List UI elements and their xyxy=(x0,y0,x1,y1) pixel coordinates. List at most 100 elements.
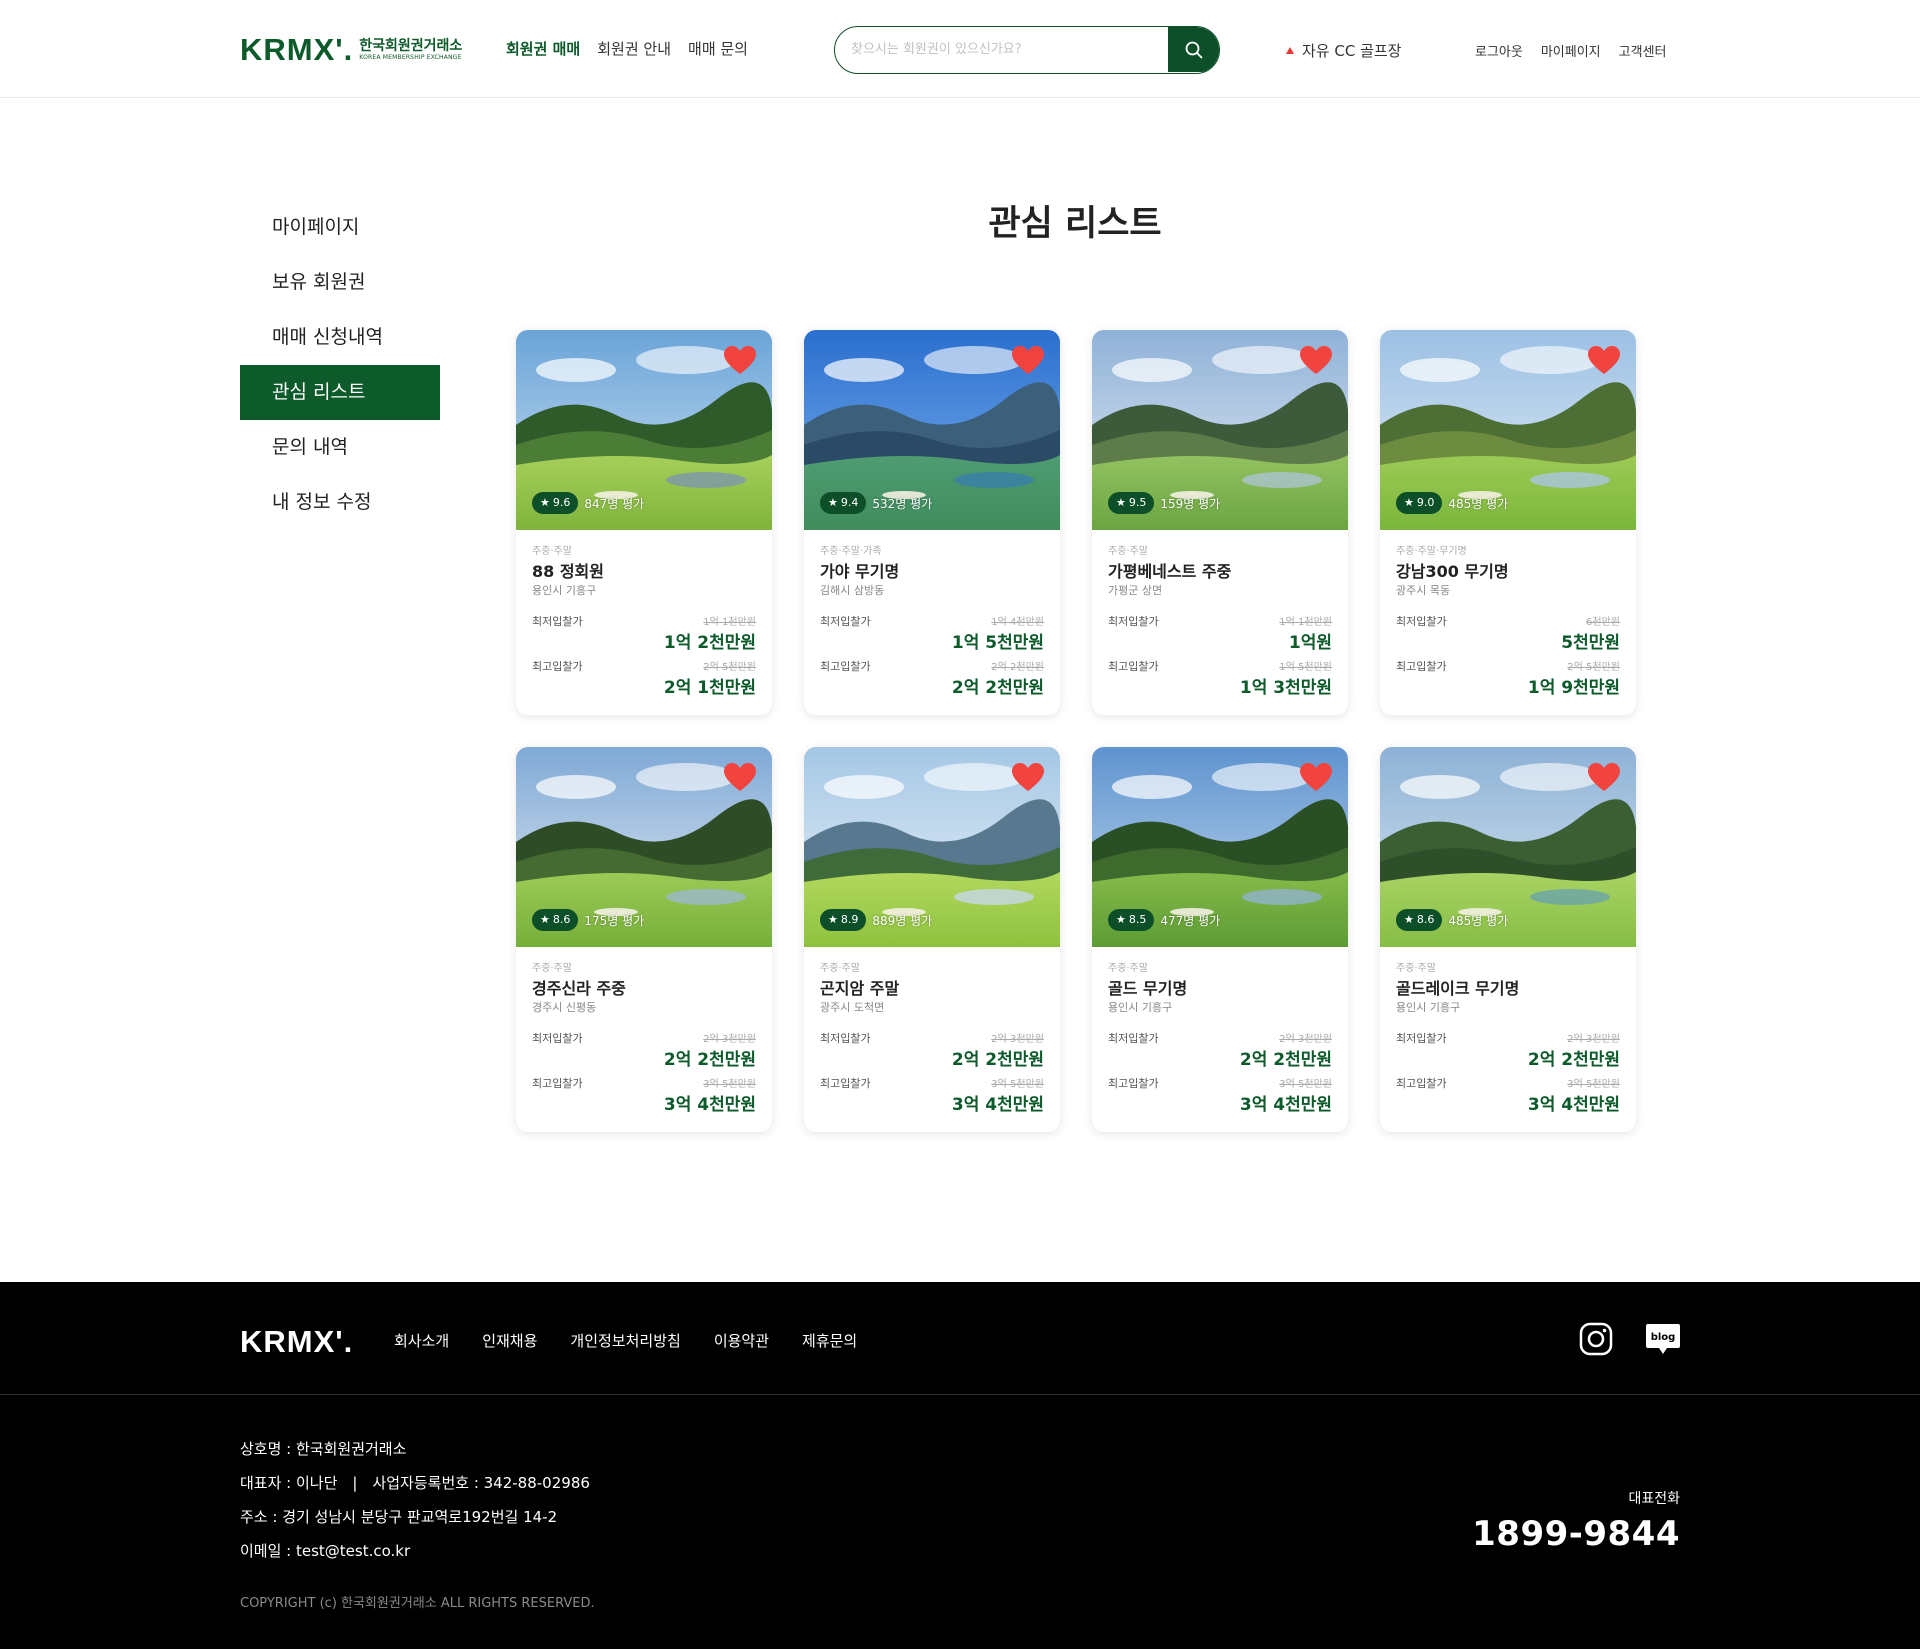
favorite-heart-icon[interactable] xyxy=(1588,763,1620,793)
min-bid-label: 최저입찰가 xyxy=(1396,1032,1447,1045)
site-header: KRMX'. 한국회원권거래소 KOREA MEMBERSHIP EXCHANG… xyxy=(0,0,1920,98)
rating-badge: ★ 8.6 485명 평가 xyxy=(1396,909,1508,931)
favorite-heart-icon[interactable] xyxy=(1300,763,1332,793)
favorite-heart-icon[interactable] xyxy=(1300,346,1332,376)
favorite-heart-icon[interactable] xyxy=(724,346,756,376)
min-bid-old-price: 2억 3천만원 xyxy=(991,1034,1044,1045)
nav-membership-guide[interactable]: 회원권 안내 xyxy=(597,38,671,59)
card-info: 주중·주말 골드 무기명 용인시 기흥구 최저입찰가 2억 3천만원 2억 2천만원 최고입… xyxy=(1108,962,1332,1120)
membership-category: 주중·주말 xyxy=(820,963,860,974)
course-name: 가평베네스트 주중 xyxy=(1108,562,1232,581)
footer-link-privacy[interactable]: 개인정보처리방침 xyxy=(570,1330,680,1351)
search-button[interactable] xyxy=(1168,27,1219,72)
course-photo: ★ 9.0 485명 평가 xyxy=(1380,330,1636,530)
trend-up-icon xyxy=(1286,47,1294,54)
rating-score: 8.5 xyxy=(1128,913,1147,926)
max-bid-old-price: 3억 5천만원 xyxy=(1567,1079,1620,1090)
instagram-icon[interactable] xyxy=(1578,1321,1614,1357)
membership-category: 주중·주말 xyxy=(532,963,572,974)
max-bid-label: 최고입찰가 xyxy=(1108,660,1159,673)
watchlist-card[interactable]: ★ 8.6 485명 평가 주중·주말 골드레이크 무기명 용인시 기흥구 최저입찰가 2억 … xyxy=(1380,747,1636,1132)
footer-link-terms[interactable]: 이용약관 xyxy=(714,1330,769,1351)
watchlist-card[interactable]: ★ 9.4 532명 평가 주중·주말·가족 가야 무기명 김해시 삼방동 최저입찰가 1억 … xyxy=(804,330,1060,715)
max-bid-label: 최고입찰가 xyxy=(532,660,583,673)
min-bid-price: 2억 2천만원 xyxy=(663,1050,756,1070)
max-bid-price: 3억 4천만원 xyxy=(663,1095,756,1115)
max-bid-old-price: 2억 5천만원 xyxy=(1567,662,1620,673)
course-name: 88 정회원 xyxy=(532,562,604,581)
max-bid-price: 3억 4천만원 xyxy=(1239,1095,1332,1115)
max-bid-price: 1억 9천만원 xyxy=(1527,678,1620,698)
sidebar-item-inquiries[interactable]: 문의 내역 xyxy=(240,420,440,475)
footer-link-partnership[interactable]: 제휴문의 xyxy=(802,1330,857,1351)
site-logo[interactable]: KRMX'. 한국회원권거래소 KOREA MEMBERSHIP EXCHANG… xyxy=(240,34,462,65)
rating-badge: ★ 9.0 485명 평가 xyxy=(1396,492,1508,514)
sidebar-item-trade-requests[interactable]: 매매 신청내역 xyxy=(240,310,440,365)
star-icon: ★ xyxy=(540,496,550,509)
max-bid-row: 최고입찰가 2억 5천만원 1억 9천만원 xyxy=(1396,658,1620,703)
phone-number[interactable]: 1899-9844 xyxy=(1472,1514,1680,1554)
svg-text:blog: blog xyxy=(1651,1332,1676,1343)
sidebar-item-edit-profile[interactable]: 내 정보 수정 xyxy=(240,475,440,530)
footer-logo[interactable]: KRMX'. xyxy=(240,1324,353,1360)
rating-score: 9.6 xyxy=(552,496,571,509)
min-bid-row: 최저입찰가 2억 3천만원 2억 2천만원 xyxy=(1108,1030,1332,1075)
review-count: 485명 평가 xyxy=(1448,913,1509,928)
min-bid-old-price: 2억 3천만원 xyxy=(1567,1034,1620,1045)
watchlist-card[interactable]: ★ 9.5 159명 평가 주중·주말 가평베네스트 주중 가평군 상면 최저입찰가 1억 1… xyxy=(1092,330,1348,715)
min-bid-row: 최저입찰가 1억 1천만원 1억 2천만원 xyxy=(532,613,756,658)
rating-badge: ★ 8.6 175명 평가 xyxy=(532,909,644,931)
footer-link-about[interactable]: 회사소개 xyxy=(394,1330,449,1351)
max-bid-label: 최고입찰가 xyxy=(820,660,871,673)
logo-english-name: KOREA MEMBERSHIP EXCHANGE xyxy=(359,53,462,61)
course-photo: ★ 9.4 532명 평가 xyxy=(804,330,1060,530)
logout-link[interactable]: 로그아웃 xyxy=(1475,41,1523,60)
customer-center-link[interactable]: 고객센터 xyxy=(1619,41,1667,60)
sidebar-item-owned-memberships[interactable]: 보유 회원권 xyxy=(240,255,440,310)
rating-badge: ★ 9.6 847명 평가 xyxy=(532,492,644,514)
star-icon: ★ xyxy=(540,913,550,926)
rating-score: 8.6 xyxy=(1416,913,1435,926)
mypage-link[interactable]: 마이페이지 xyxy=(1541,41,1601,60)
min-bid-old-price: 1억 4천만원 xyxy=(991,617,1044,628)
market-ticker[interactable]: 자유 CC 골프장 xyxy=(1286,40,1401,61)
min-bid-row: 최저입찰가 6천만원 5천만원 xyxy=(1396,613,1620,658)
search-input[interactable] xyxy=(835,27,1169,72)
membership-category: 주중·주말·가족 xyxy=(820,546,882,557)
favorite-heart-icon[interactable] xyxy=(1588,346,1620,376)
watchlist-card[interactable]: ★ 8.9 889명 평가 주중·주말 곤지암 주말 광주시 도척면 최저입찰가 2억 3천만… xyxy=(804,747,1060,1132)
main-nav: 회원권 매매 회원권 안내 매매 문의 xyxy=(506,38,748,59)
course-location: 경주시 신평동 xyxy=(532,1001,597,1014)
watchlist-card[interactable]: ★ 8.6 175명 평가 주중·주말 경주신라 주중 경주시 신평동 최저입찰가 2억 3천… xyxy=(516,747,772,1132)
rating-score: 8.6 xyxy=(552,913,571,926)
course-name: 가야 무기명 xyxy=(820,562,900,581)
blog-icon[interactable]: blog xyxy=(1644,1320,1682,1358)
nav-trade-inquiry[interactable]: 매매 문의 xyxy=(688,38,748,59)
watchlist-card[interactable]: ★ 9.0 485명 평가 주중·주말·무기명 강남300 무기명 광주시 목동 최저입찰가… xyxy=(1380,330,1636,715)
rating-score: 9.5 xyxy=(1128,496,1147,509)
favorite-heart-icon[interactable] xyxy=(1012,346,1044,376)
min-bid-label: 최저입찰가 xyxy=(1108,1032,1159,1045)
course-photo: ★ 8.5 477명 평가 xyxy=(1092,747,1348,947)
favorite-heart-icon[interactable] xyxy=(724,763,756,793)
nav-membership-trade[interactable]: 회원권 매매 xyxy=(506,38,580,59)
watchlist-card[interactable]: ★ 9.6 847명 평가 주중·주말 88 정회원 용인시 기흥구 최저입찰가 1억 1천만… xyxy=(516,330,772,715)
footer-link-careers[interactable]: 인재채용 xyxy=(482,1330,537,1351)
course-name: 경주신라 주중 xyxy=(532,979,626,998)
sidebar-item-watchlist[interactable]: 관심 리스트 xyxy=(240,365,440,420)
course-location: 용인시 기흥구 xyxy=(532,584,597,597)
course-name: 곤지암 주말 xyxy=(820,979,900,998)
card-info: 주중·주말 골드레이크 무기명 용인시 기흥구 최저입찰가 2억 3천만원 2억 2천만원… xyxy=(1396,962,1620,1120)
max-bid-label: 최고입찰가 xyxy=(1396,660,1447,673)
card-info: 주중·주말 곤지암 주말 광주시 도척면 최저입찰가 2억 3천만원 2억 2천만원 최고입… xyxy=(820,962,1044,1120)
company-info: 상호명 : 한국회원권거래소 대표자 : 이나단 | 사업자등록번호 : 342-8… xyxy=(240,1432,590,1568)
min-bid-price: 2억 2천만원 xyxy=(1527,1050,1620,1070)
sidebar-item-mypage[interactable]: 마이페이지 xyxy=(240,200,440,255)
favorite-heart-icon[interactable] xyxy=(1012,763,1044,793)
watchlist-card[interactable]: ★ 8.5 477명 평가 주중·주말 골드 무기명 용인시 기흥구 최저입찰가 2억 3천만… xyxy=(1092,747,1348,1132)
max-bid-row: 최고입찰가 2억 2천만원 2억 2천만원 xyxy=(820,658,1044,703)
course-photo: ★ 9.5 159명 평가 xyxy=(1092,330,1348,530)
membership-category: 주중·주말 xyxy=(1108,546,1148,557)
min-bid-price: 1억 5천만원 xyxy=(951,633,1044,653)
max-bid-old-price: 2억 5천만원 xyxy=(703,662,756,673)
